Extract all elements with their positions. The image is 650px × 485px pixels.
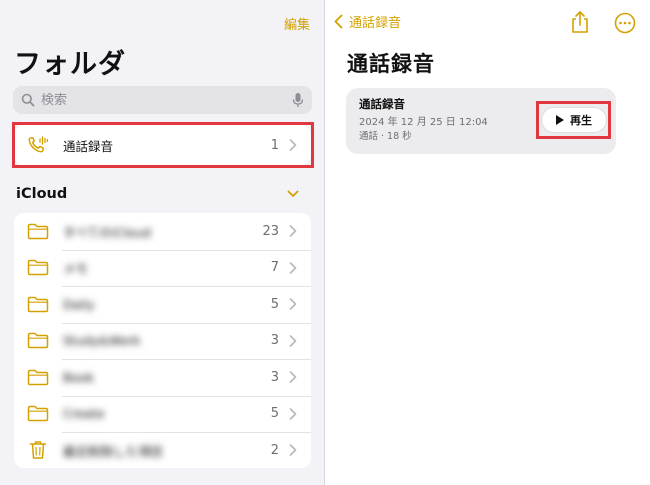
recording-card[interactable]: 通話録音 2024 年 12 月 25 日 12:04 通話 · 18 秒 再生 [346, 88, 616, 154]
chevron-right-icon [289, 444, 297, 457]
play-icon [556, 115, 564, 125]
chevron-right-icon [289, 407, 297, 420]
chevron-right-icon [289, 334, 297, 347]
folder-icon [26, 331, 50, 351]
back-button[interactable]: 通話録音 [334, 12, 401, 31]
recording-date: 2024 年 12 月 25 日 12:04 [359, 117, 488, 128]
folder-icon [26, 221, 50, 241]
folder-label: 最近削除した項目 [63, 443, 164, 459]
folder-count: 5 [270, 406, 279, 422]
play-label: 再生 [570, 114, 592, 127]
folder-label: Study&Work [63, 333, 141, 349]
folder-label: Daily [63, 296, 95, 312]
chevron-right-icon [289, 139, 297, 151]
folder-call-recordings[interactable]: 通話録音 1 [14, 125, 311, 165]
folder-item[interactable]: Study&Work 3 [14, 322, 311, 360]
search-input[interactable] [41, 92, 292, 108]
folder-icon [26, 294, 50, 314]
folder-label: 通話録音 [63, 138, 114, 154]
folder-item[interactable]: すべてのiCloud 23 [14, 213, 311, 250]
folder-item[interactable]: Book 3 [14, 359, 311, 396]
icloud-folders-list: すべてのiCloud 23 メモ 7 Daily 5 Study&Work 3 … [14, 213, 311, 468]
folder-count: 3 [270, 369, 279, 385]
search-icon [21, 93, 35, 107]
detail-pane: 通話録音 通話録音 通話録音 2024 年 12 月 25 日 12:04 通話… [326, 0, 650, 485]
share-icon[interactable] [570, 10, 590, 34]
folder-label: Book [63, 369, 95, 385]
chevron-right-icon [289, 261, 297, 274]
recording-title: 通話録音 [359, 97, 405, 111]
phone-waveform-icon [26, 135, 50, 155]
call-recordings-card: 通話録音 1 [14, 125, 311, 165]
icloud-section-header: iCloud [16, 186, 68, 202]
folder-item[interactable]: Daily 5 [14, 286, 311, 323]
folder-label: すべてのiCloud [63, 224, 151, 240]
detail-title: 通話録音 [347, 52, 435, 76]
folder-item-recently-deleted[interactable]: 最近削除した項目 2 [14, 432, 311, 468]
search-bar[interactable] [13, 86, 312, 114]
chevron-right-icon [289, 225, 297, 238]
recording-meta: 通話 · 18 秒 [359, 131, 412, 142]
folder-icon [26, 367, 50, 387]
folder-label: メモ [63, 261, 89, 277]
mic-icon[interactable] [292, 92, 304, 108]
folder-item[interactable]: メモ 7 [14, 249, 311, 287]
chevron-down-icon[interactable] [287, 190, 299, 198]
chevron-right-icon [289, 298, 297, 311]
folder-count: 1 [270, 137, 279, 153]
folder-count: 7 [270, 260, 279, 276]
folder-count: 5 [270, 296, 279, 312]
folder-count: 23 [262, 223, 279, 239]
chevron-right-icon [289, 371, 297, 384]
chevron-left-icon [334, 14, 343, 29]
sidebar: 編集 フォルダ 通話録音 1 [0, 0, 325, 485]
more-icon[interactable] [614, 12, 636, 34]
folder-icon [26, 404, 50, 424]
edit-button[interactable]: 編集 [284, 14, 310, 33]
play-button[interactable]: 再生 [542, 108, 606, 132]
back-label: 通話録音 [349, 16, 402, 31]
folder-item[interactable]: Create 5 [14, 395, 311, 433]
folder-count: 2 [270, 442, 279, 458]
folder-count: 3 [270, 333, 279, 349]
folder-icon [26, 258, 50, 278]
folder-label: Create [63, 406, 105, 422]
folders-title: フォルダ [14, 49, 126, 80]
trash-icon [26, 440, 50, 460]
